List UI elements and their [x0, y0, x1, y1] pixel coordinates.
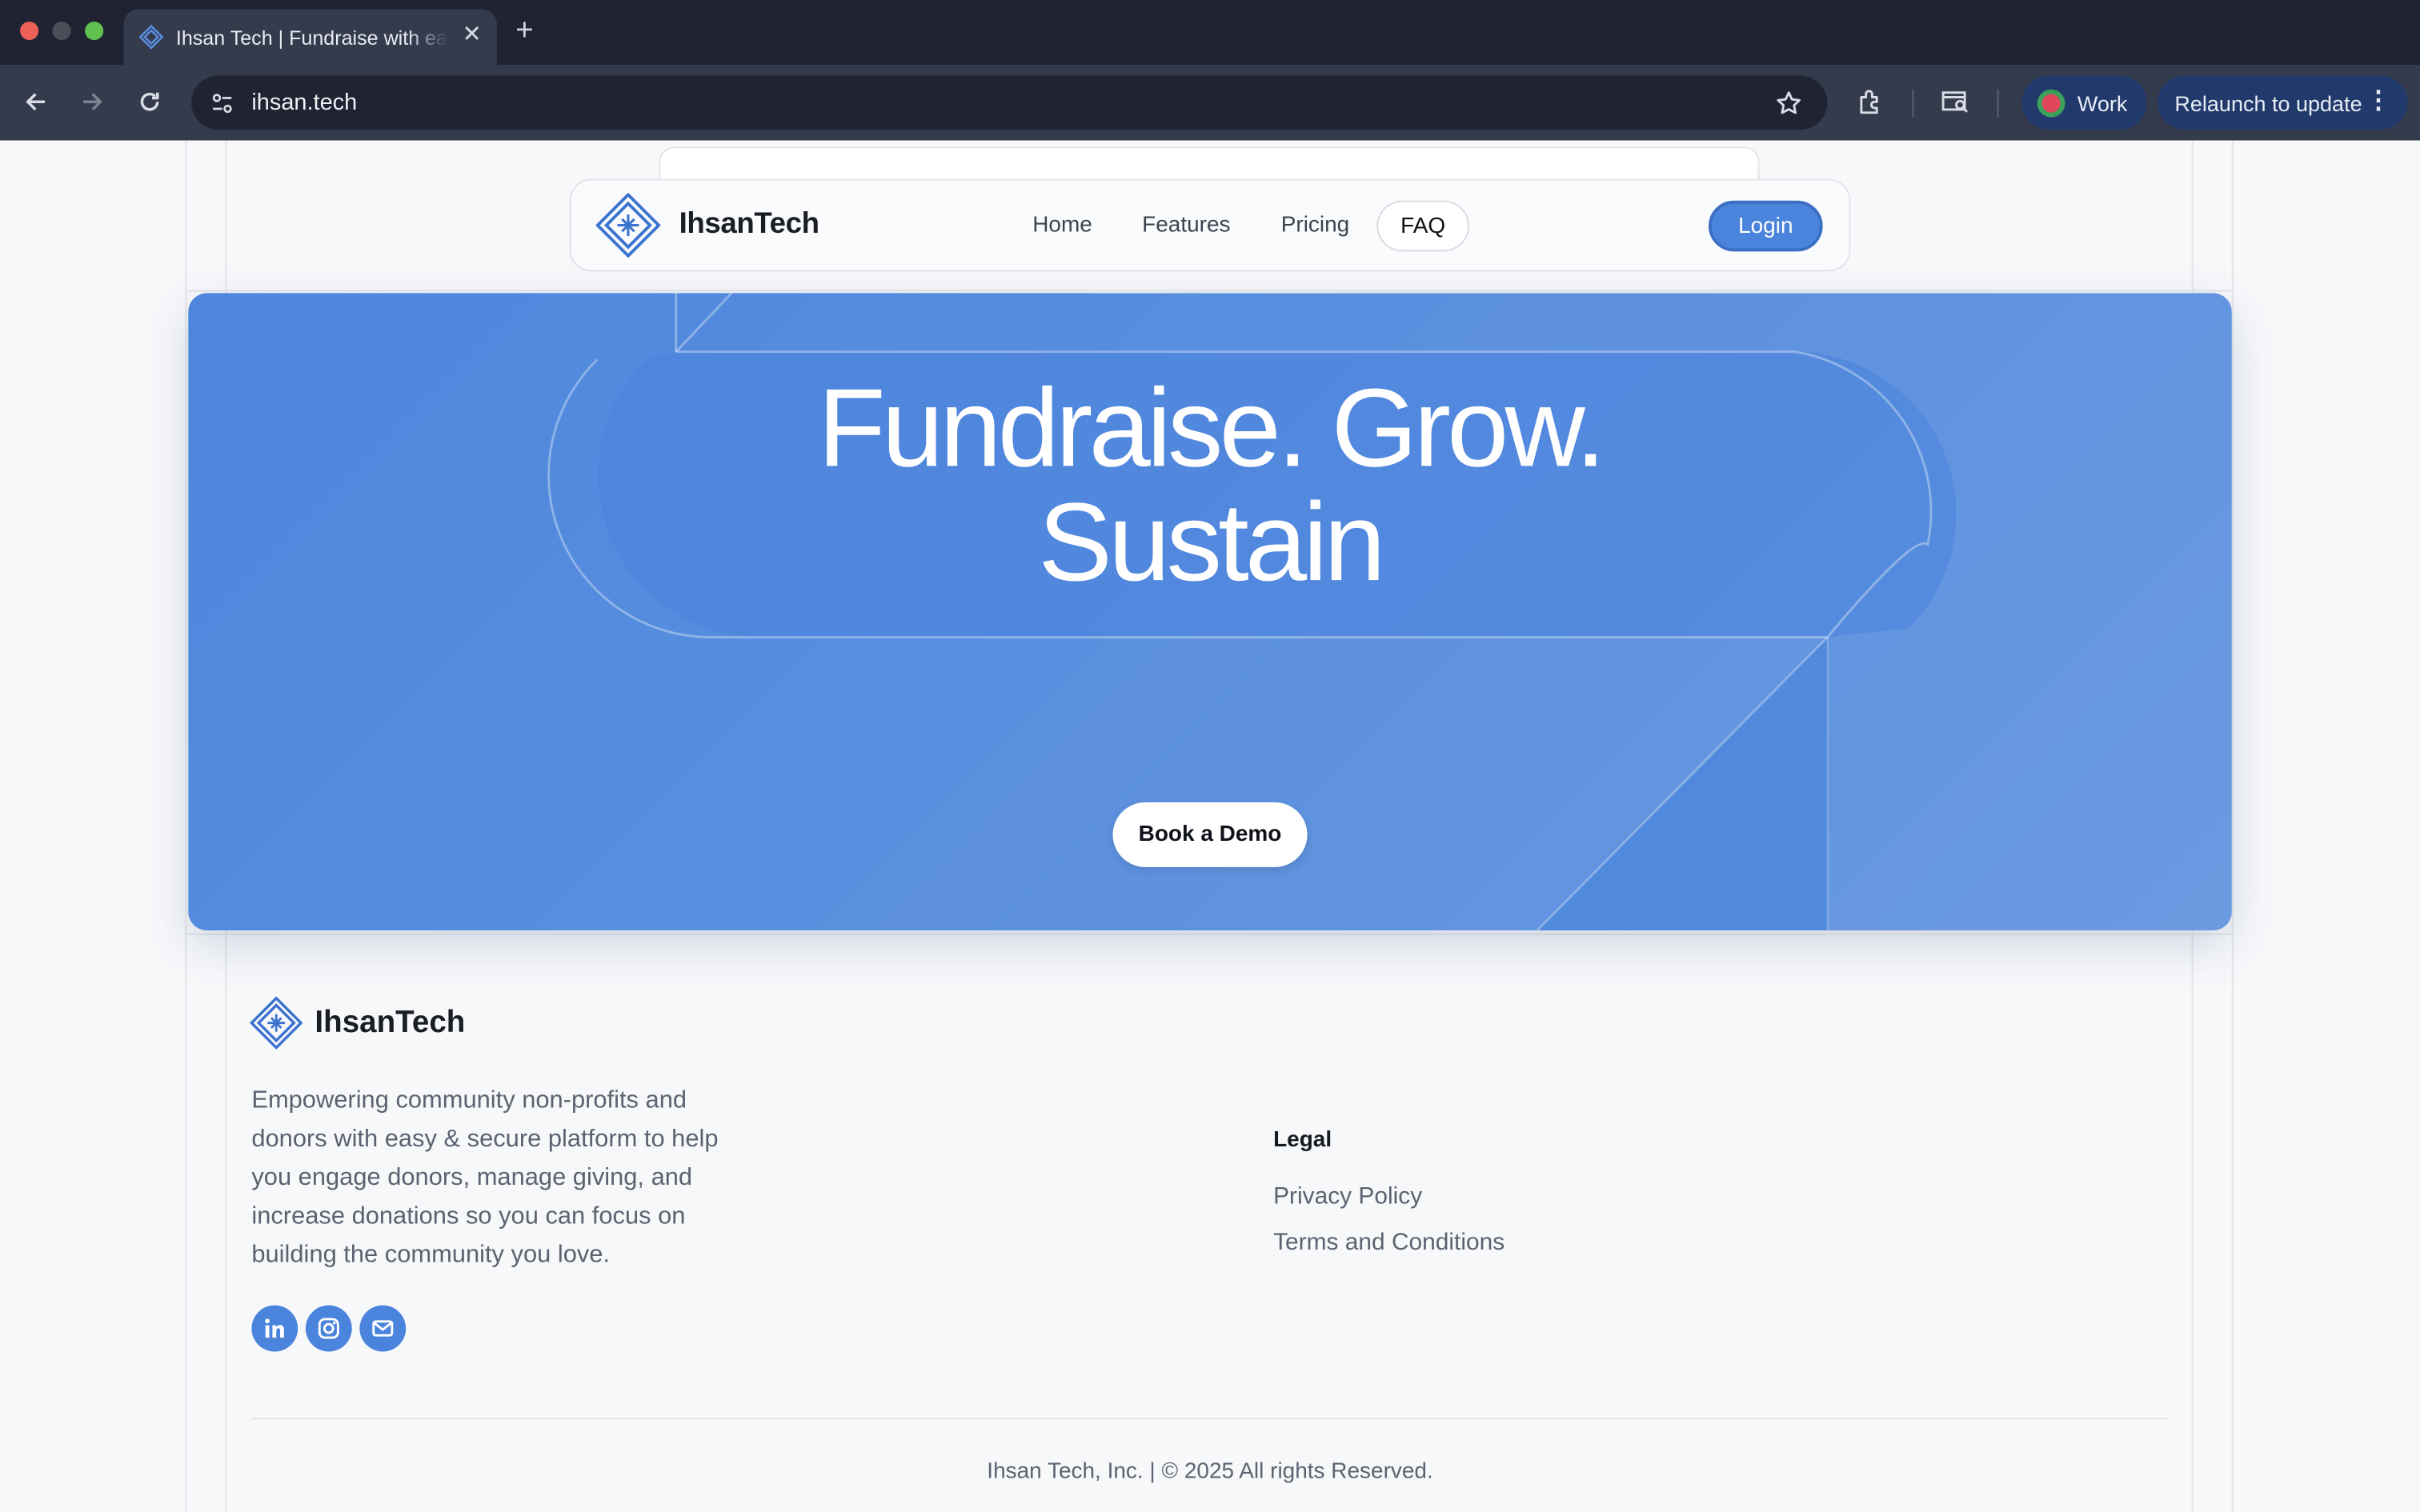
- nav-link-pricing[interactable]: Pricing: [1281, 213, 1349, 238]
- email-icon[interactable]: [359, 1305, 407, 1352]
- profile-button[interactable]: Work: [2021, 75, 2147, 130]
- hero-title-line-1: Fundraise. Grow.: [817, 367, 1606, 491]
- profile-label: Work: [2077, 90, 2128, 115]
- site-settings-icon[interactable]: [210, 91, 234, 116]
- tab-title: Ihsan Tech | Fundraise with ease: [175, 25, 448, 49]
- nav-link-home[interactable]: Home: [1032, 213, 1092, 238]
- maximize-window-button[interactable]: [85, 22, 104, 41]
- web-page: IhsanTech Home Features Pricing FAQ Logi…: [0, 140, 2420, 1512]
- footer-brand[interactable]: IhsanTech: [315, 1006, 465, 1041]
- terms-link[interactable]: Terms and Conditions: [1273, 1230, 1504, 1258]
- ihsantech-logo-icon[interactable]: [595, 193, 661, 258]
- site-favicon-icon: [138, 24, 164, 50]
- new-tab-icon[interactable]: +: [515, 14, 534, 47]
- nav-link-faq[interactable]: FAQ: [1376, 200, 1470, 252]
- forward-icon[interactable]: [74, 83, 111, 120]
- url-text: ihsan.tech: [251, 89, 358, 116]
- navbar-brand[interactable]: IhsanTech: [679, 208, 819, 242]
- extensions-icon[interactable]: [1852, 83, 1889, 120]
- hero-title-line-2: Sustain: [1038, 481, 1385, 606]
- browser-tab[interactable]: Ihsan Tech | Fundraise with ease ✕: [123, 9, 498, 66]
- address-bar[interactable]: ihsan.tech: [191, 75, 1828, 130]
- bookmark-star-icon[interactable]: [1775, 90, 1803, 118]
- toolbar-divider: [1997, 89, 1999, 118]
- browser-tab-strip: Ihsan Tech | Fundraise with ease ✕ +: [0, 0, 2420, 66]
- relaunch-label: Relaunch to update: [2174, 90, 2362, 115]
- legal-heading: Legal: [1273, 1127, 1332, 1153]
- login-button[interactable]: Login: [1708, 200, 1823, 252]
- copyright-text: Ihsan Tech, Inc. | © 2025 All rights Res…: [987, 1459, 1433, 1485]
- toolbar-divider: [1912, 89, 1914, 118]
- nav-link-features[interactable]: Features: [1142, 213, 1230, 238]
- tab-search-icon[interactable]: [1937, 83, 1973, 120]
- privacy-policy-link[interactable]: Privacy Policy: [1273, 1183, 1422, 1211]
- reload-icon[interactable]: [131, 83, 168, 120]
- linkedin-icon[interactable]: [251, 1305, 298, 1352]
- frame-guide-line: [185, 933, 2232, 935]
- more-menu-icon[interactable]: ⋮: [2366, 88, 2391, 116]
- close-tab-icon[interactable]: ✕: [462, 22, 481, 50]
- close-window-button[interactable]: [20, 22, 39, 41]
- footer-divider: [251, 1418, 2169, 1420]
- relaunch-button[interactable]: Relaunch to update ⋮: [2158, 75, 2408, 130]
- hero-banner: Fundraise. Grow. Sustain Book a Demo: [188, 293, 2232, 930]
- minimize-window-button[interactable]: [52, 22, 71, 41]
- frame-guide-line: [185, 140, 187, 1512]
- profile-avatar-icon: [2037, 88, 2065, 117]
- book-demo-button[interactable]: Book a Demo: [1112, 802, 1308, 867]
- back-icon[interactable]: [17, 83, 54, 120]
- footer-logo-icon[interactable]: [250, 996, 303, 1050]
- frame-guide-line: [2231, 140, 2234, 1512]
- footer-description: Empowering community non-profits and don…: [251, 1087, 719, 1269]
- frame-guide-line: [185, 290, 2232, 292]
- browser-toolbar: ihsan.tech Work Relaunch to update ⋮: [0, 65, 2420, 141]
- instagram-icon[interactable]: [305, 1305, 352, 1352]
